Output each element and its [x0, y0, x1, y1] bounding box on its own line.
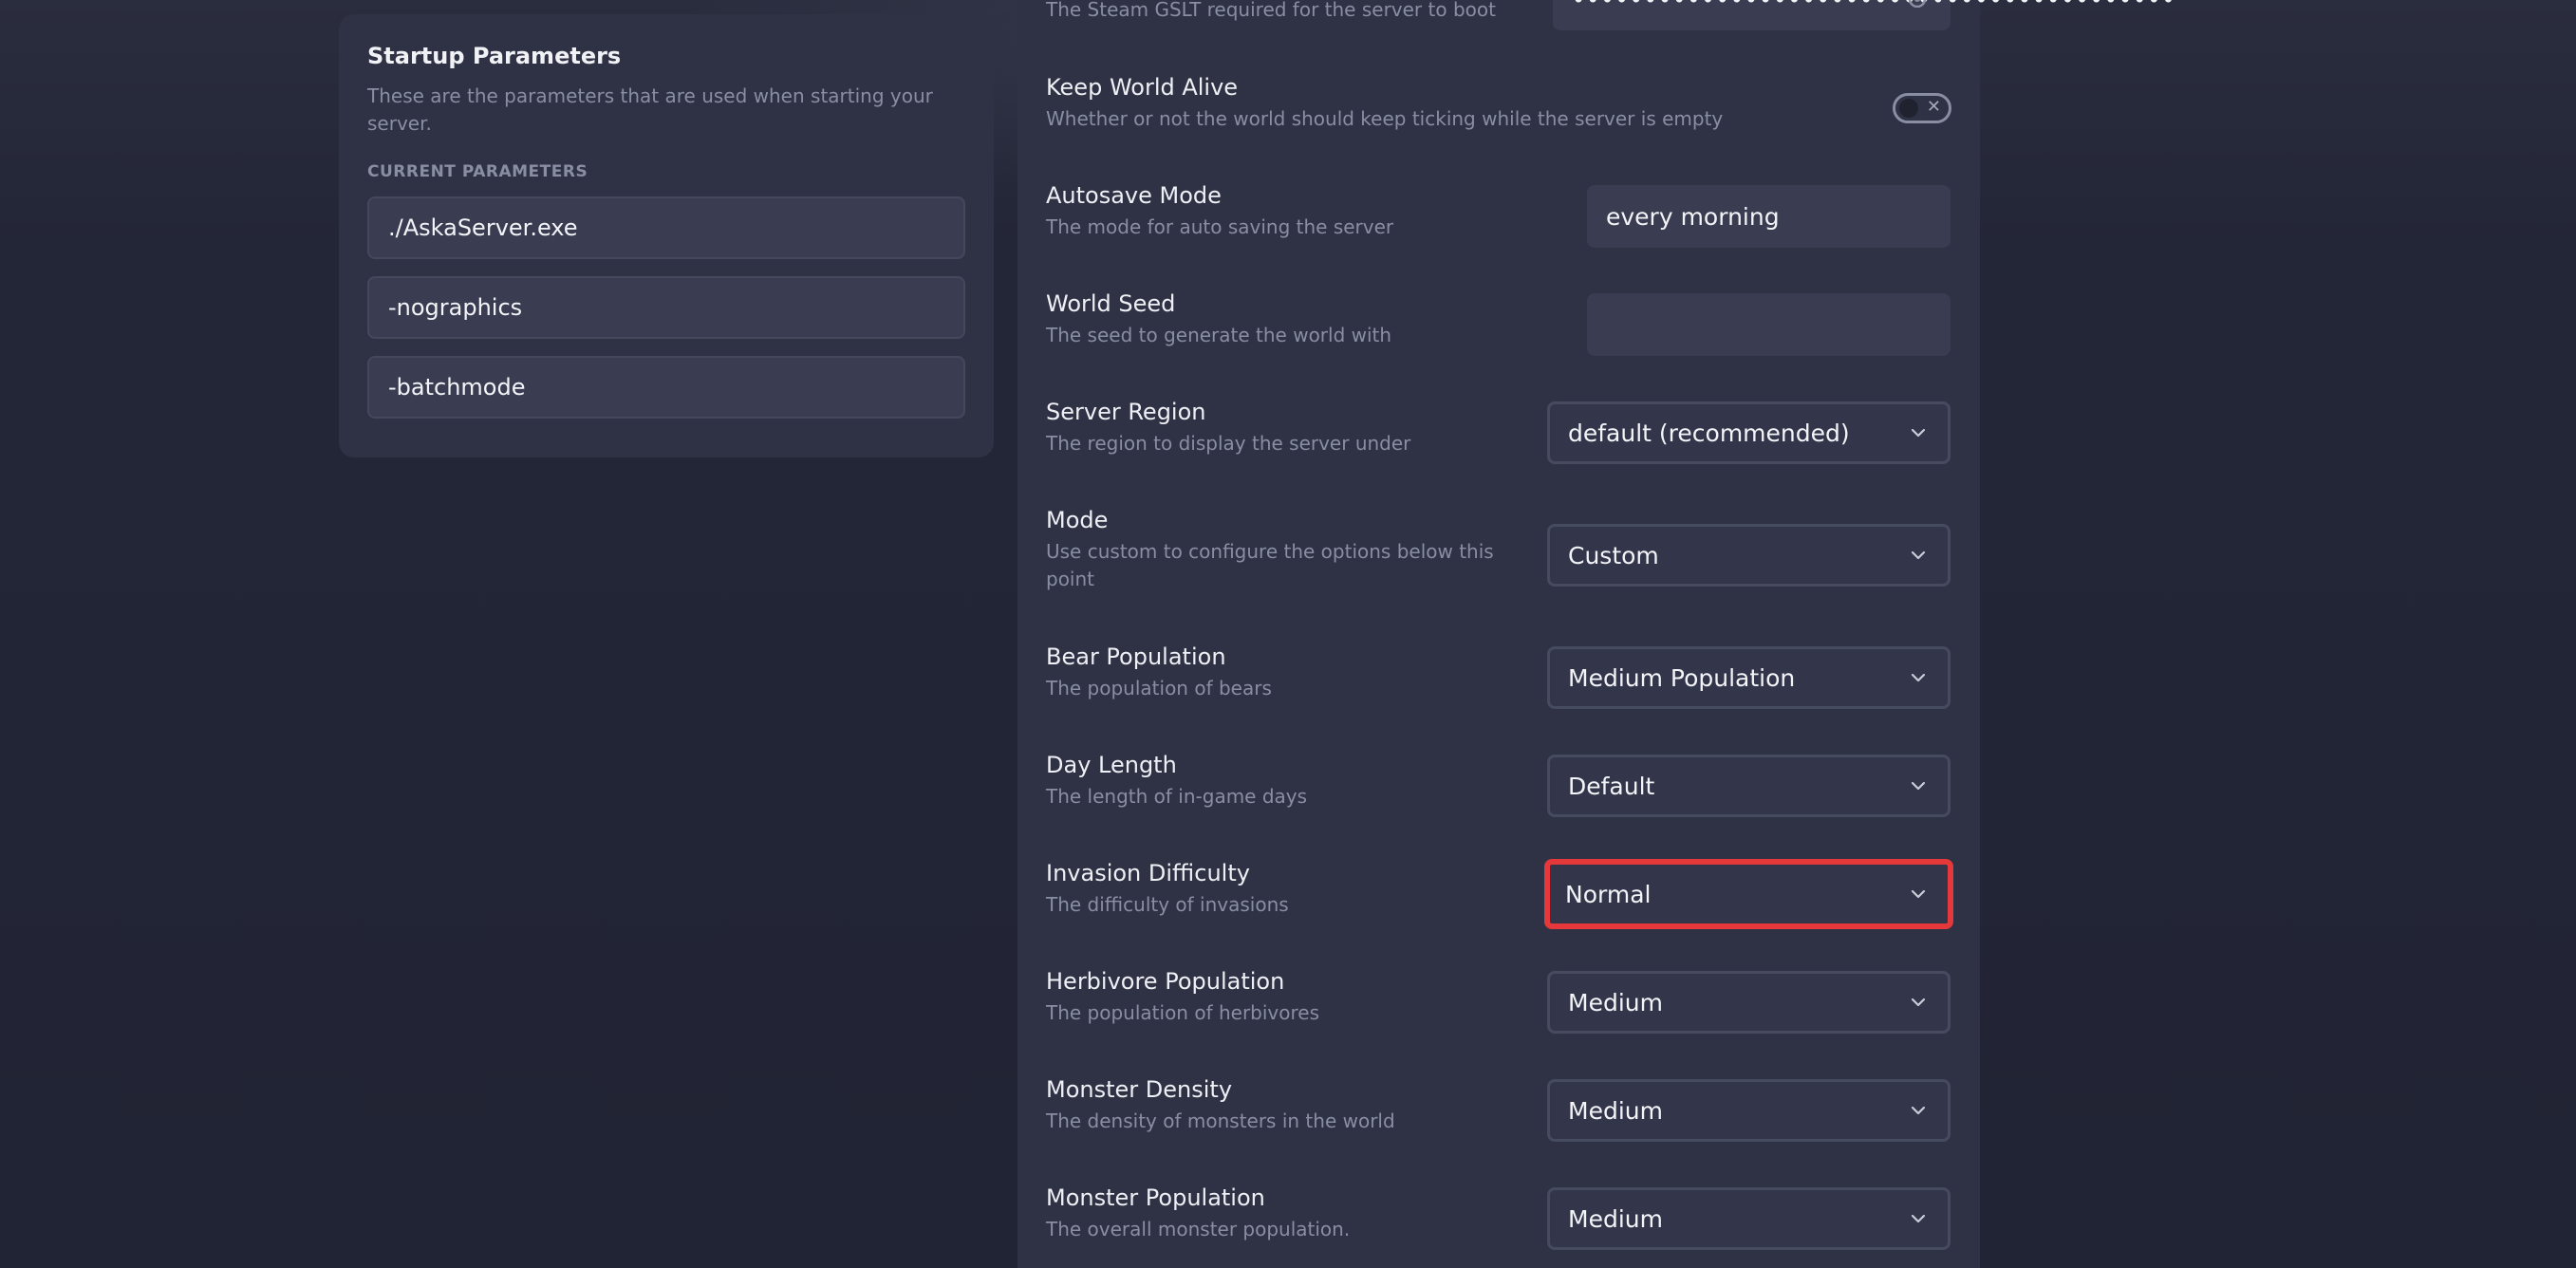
close-icon: ✕ [1926, 97, 1941, 117]
chevron-down-icon [1911, 673, 1926, 682]
invasion-difficulty-select[interactable]: Normal [1544, 859, 1953, 929]
keep-world-alive-description: Whether or not the world should keep tic… [1046, 107, 1724, 130]
monster-density-select[interactable]: Medium [1547, 1079, 1951, 1142]
day-length-value: Default [1568, 772, 1655, 800]
monster-density-value: Medium [1568, 1096, 1663, 1125]
world-seed-input[interactable] [1587, 293, 1951, 356]
startup-parameters-title: Startup Parameters [367, 43, 622, 69]
chevron-down-icon [1911, 550, 1926, 560]
mode-description: Use custom to configure the options belo… [1046, 540, 1494, 590]
keep-world-alive-title: Keep World Alive [1046, 74, 1239, 101]
day-length-select[interactable]: Default [1547, 755, 1951, 817]
gslt-masked-value: ••••••••••••••••••••••••••••••••••••••••… [1572, 0, 2176, 11]
startup-parameters-description: These are the parameters that are used w… [367, 84, 933, 135]
mode-select[interactable]: Custom [1547, 524, 1951, 587]
toggle-knob [1899, 99, 1918, 118]
chevron-down-icon [1911, 428, 1926, 438]
monster-population-description: The overall monster population. [1046, 1218, 1351, 1240]
current-parameters-label: CURRENT PARAMETERS [367, 162, 588, 181]
herbivore-population-value: Medium [1568, 988, 1663, 1016]
mode-value: Custom [1568, 541, 1659, 569]
parameter-nographics: -nographics [367, 276, 965, 339]
chevron-down-icon [1911, 1214, 1926, 1223]
bear-population-select[interactable]: Medium Population [1547, 646, 1951, 709]
monster-population-select[interactable]: Medium [1547, 1187, 1951, 1250]
setting-row-keep-world-alive: Keep World Alive Whether or not the worl… [1046, 73, 1957, 133]
herbivore-population-select[interactable]: Medium [1547, 971, 1951, 1034]
autosave-mode-description: The mode for auto saving the server [1046, 215, 1394, 238]
chevron-down-icon [1911, 1106, 1926, 1115]
server-region-select[interactable]: default (recommended) [1547, 401, 1951, 464]
keep-world-alive-toggle[interactable]: ✕ [1893, 93, 1951, 123]
day-length-description: The length of in-game days [1046, 785, 1308, 808]
bear-population-description: The population of bears [1046, 677, 1272, 699]
parameter-executable: ./AskaServer.exe [367, 196, 965, 259]
server-region-description: The region to display the server under [1046, 432, 1411, 455]
bear-population-value: Medium Population [1568, 663, 1796, 692]
world-seed-description: The seed to generate the world with [1046, 324, 1392, 346]
parameter-batchmode: -batchmode [367, 356, 965, 419]
invasion-difficulty-description: The difficulty of invasions [1046, 893, 1289, 916]
eye-icon[interactable] [1904, 0, 1931, 8]
gslt-description: The Steam GSLT required for the server t… [1046, 0, 1496, 21]
invasion-difficulty-value: Normal [1565, 880, 1652, 908]
server-region-value: default (recommended) [1568, 419, 1850, 447]
monster-population-value: Medium [1568, 1204, 1663, 1233]
monster-density-description: The density of monsters in the world [1046, 1110, 1395, 1132]
chevron-down-icon [1911, 998, 1926, 1007]
chevron-down-icon [1911, 781, 1926, 791]
herbivore-population-description: The population of herbivores [1046, 1001, 1320, 1024]
chevron-down-icon [1911, 889, 1926, 899]
autosave-mode-input[interactable]: every morning [1587, 185, 1951, 248]
startup-parameters-card: Startup Parameters These are the paramet… [339, 14, 994, 457]
